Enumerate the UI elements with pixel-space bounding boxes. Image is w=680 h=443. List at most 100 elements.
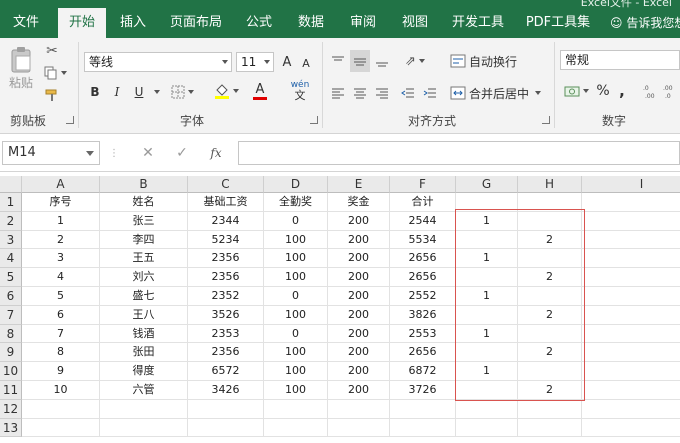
accounting-format-button[interactable] [560, 80, 592, 102]
cell-h6[interactable] [518, 287, 582, 306]
tab-pdf-tools[interactable]: PDF工具集 [522, 8, 594, 38]
cell-d13[interactable] [264, 418, 328, 438]
cell-f11[interactable]: 3726 [390, 381, 456, 400]
merge-center-button[interactable]: 合并后居中 [450, 82, 550, 104]
cell-f9[interactable]: 2656 [390, 343, 456, 363]
cell-d5[interactable]: 100 [264, 268, 328, 287]
insert-function-button[interactable]: fx [206, 144, 226, 162]
cell-d8[interactable]: 0 [264, 324, 328, 344]
cell-a13[interactable] [22, 418, 100, 438]
cell-i2[interactable] [582, 212, 680, 231]
row-header-13[interactable]: 13 [0, 418, 22, 438]
cell-e13[interactable] [328, 418, 390, 438]
cell-b7[interactable]: 王八 [100, 305, 188, 325]
cell-g2[interactable]: 1 [456, 211, 518, 231]
tell-me-search[interactable]: ☺ 告诉我您想 [610, 8, 680, 38]
cell-g7[interactable] [456, 305, 518, 325]
cell-a2[interactable]: 1 [22, 211, 100, 231]
cell-e1[interactable]: 奖金 [328, 193, 390, 212]
row-header-12[interactable]: 12 [0, 399, 22, 419]
decrease-indent-button[interactable] [398, 82, 418, 104]
row-header-10[interactable]: 10 [0, 362, 22, 381]
cell-i13[interactable] [582, 419, 680, 438]
clipboard-launcher[interactable] [66, 116, 74, 124]
column-header-d[interactable]: D [264, 176, 328, 193]
cell-f2[interactable]: 2544 [390, 211, 456, 231]
cell-d9[interactable]: 100 [264, 343, 328, 363]
cell-g3[interactable] [456, 230, 518, 250]
cell-b11[interactable]: 六管 [100, 381, 188, 400]
cell-d1[interactable]: 全勤奖 [264, 193, 328, 212]
cell-a10[interactable]: 9 [22, 362, 100, 381]
cell-a8[interactable]: 7 [22, 324, 100, 344]
cell-f6[interactable]: 2552 [390, 287, 456, 306]
cell-e2[interactable]: 200 [328, 211, 390, 231]
row-header-6[interactable]: 6 [0, 287, 22, 306]
cell-a11[interactable]: 10 [22, 381, 100, 400]
cell-e5[interactable]: 200 [328, 268, 390, 287]
cell-f10[interactable]: 6872 [390, 362, 456, 381]
cell-i10[interactable] [582, 362, 680, 381]
cell-e3[interactable]: 200 [328, 230, 390, 250]
cell-d3[interactable]: 100 [264, 230, 328, 250]
tab-home[interactable]: 开始 [58, 8, 106, 40]
cell-g5[interactable] [456, 268, 518, 287]
cell-c2[interactable]: 2344 [188, 211, 264, 231]
font-size-combo[interactable]: 11 [236, 52, 274, 72]
number-format-combo[interactable]: 常规 [560, 50, 680, 70]
column-header-f[interactable]: F [390, 176, 456, 193]
fill-color-button[interactable] [210, 80, 242, 102]
cell-e7[interactable]: 200 [328, 305, 390, 325]
cell-d7[interactable]: 100 [264, 305, 328, 325]
align-right-button[interactable] [372, 82, 392, 104]
decrease-decimal-icon-button[interactable]: .00.0 [662, 80, 680, 102]
cell-d11[interactable]: 100 [264, 381, 328, 400]
cell-g1[interactable] [456, 193, 518, 212]
cell-c10[interactable]: 6572 [188, 362, 264, 381]
cell-d6[interactable]: 0 [264, 287, 328, 306]
align-middle-button[interactable] [350, 50, 370, 72]
tab-data[interactable]: 数据 [290, 8, 332, 38]
row-header-5[interactable]: 5 [0, 268, 22, 287]
cell-a6[interactable]: 5 [22, 287, 100, 306]
cell-g12[interactable] [456, 399, 518, 419]
cell-d2[interactable]: 0 [264, 211, 328, 231]
cell-i11[interactable] [582, 381, 680, 400]
cell-i6[interactable] [582, 287, 680, 306]
cell-c6[interactable]: 2352 [188, 287, 264, 306]
cell-h2[interactable] [518, 211, 582, 231]
cell-b1[interactable]: 姓名 [100, 193, 188, 212]
orientation-button[interactable]: ⇗ [398, 50, 432, 72]
increase-decimal-button[interactable]: .0.00 [642, 80, 660, 102]
cut-button[interactable]: ✂ [40, 42, 64, 60]
cell-b13[interactable] [100, 418, 188, 438]
cell-h4[interactable] [518, 249, 582, 269]
cell-h1[interactable] [518, 193, 582, 212]
align-center-button[interactable] [350, 82, 370, 104]
cell-a5[interactable]: 4 [22, 268, 100, 287]
cell-h5[interactable]: 2 [518, 268, 582, 287]
italic-button[interactable]: I [108, 82, 126, 102]
cell-i7[interactable] [582, 306, 680, 325]
row-header-2[interactable]: 2 [0, 211, 22, 231]
phonetic-button[interactable]: wén 文 [286, 80, 314, 102]
cell-g9[interactable] [456, 343, 518, 363]
column-header-i[interactable]: I [582, 176, 680, 193]
formula-input[interactable] [238, 141, 680, 165]
row-header-9[interactable]: 9 [0, 343, 22, 363]
cell-f13[interactable] [390, 418, 456, 438]
cell-h9[interactable]: 2 [518, 343, 582, 363]
row-header-3[interactable]: 3 [0, 230, 22, 250]
cell-d12[interactable] [264, 399, 328, 419]
cell-c13[interactable] [188, 418, 264, 438]
row-header-7[interactable]: 7 [0, 305, 22, 325]
column-header-e[interactable]: E [328, 176, 390, 193]
cell-g8[interactable]: 1 [456, 324, 518, 344]
column-header-b[interactable]: B [100, 176, 188, 193]
increase-indent-button[interactable] [420, 82, 440, 104]
tab-formulas[interactable]: 公式 [238, 8, 280, 38]
cell-i4[interactable] [582, 249, 680, 269]
cell-a4[interactable]: 3 [22, 249, 100, 269]
cell-f4[interactable]: 2656 [390, 249, 456, 269]
cell-c1[interactable]: 基础工资 [188, 193, 264, 212]
